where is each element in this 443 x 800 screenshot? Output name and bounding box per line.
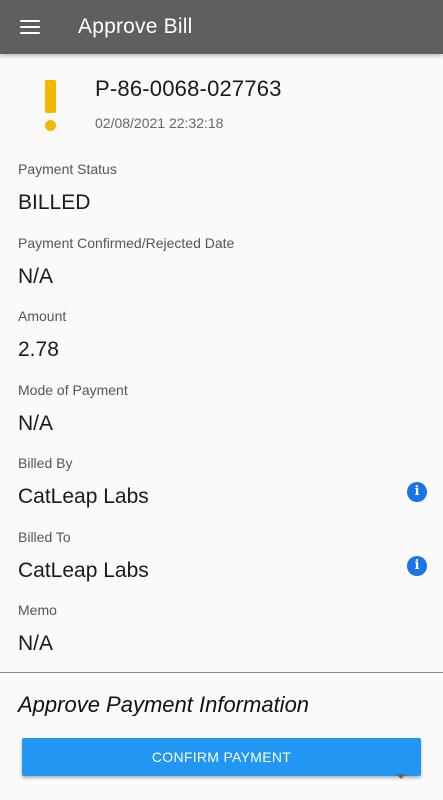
confirmed-date-field: Payment Confirmed/Rejected Date N/A bbox=[18, 234, 418, 290]
payment-mode-label: Mode of Payment bbox=[18, 382, 128, 398]
amount-value: 2.78 bbox=[18, 338, 59, 361]
billed-by-value: CatLeap Labs bbox=[18, 485, 149, 508]
confirm-payment-button[interactable]: CONFIRM PAYMENT bbox=[22, 738, 421, 776]
payment-mode-field: Mode of Payment N/A bbox=[18, 381, 418, 437]
menu-button[interactable] bbox=[0, 0, 60, 54]
info-icon[interactable]: i bbox=[407, 482, 427, 502]
bill-details[interactable]: P-86-0068-027763 02/08/2021 22:32:18 Pay… bbox=[0, 54, 443, 800]
payment-mode-value: N/A bbox=[18, 412, 54, 435]
billed-to-field: Billed To CatLeap Labs i bbox=[18, 528, 427, 584]
payment-status-field: Payment Status BILLED bbox=[18, 160, 418, 216]
app-bar: Approve Bill bbox=[0, 0, 443, 54]
payment-status-label: Payment Status bbox=[18, 161, 117, 177]
confirmed-date-value: N/A bbox=[18, 265, 54, 288]
billed-by-label: Billed By bbox=[18, 455, 73, 471]
bill-header: P-86-0068-027763 02/08/2021 22:32:18 bbox=[0, 54, 443, 154]
bill-date: 02/08/2021 22:32:18 bbox=[95, 115, 224, 131]
billed-to-value: CatLeap Labs bbox=[18, 559, 149, 582]
menu-icon bbox=[20, 20, 40, 34]
bill-id: P-86-0068-027763 bbox=[95, 76, 282, 101]
payment-status-value: BILLED bbox=[18, 191, 91, 214]
confirmed-date-label: Payment Confirmed/Rejected Date bbox=[18, 235, 235, 251]
page-title: Approve Bill bbox=[78, 15, 193, 38]
billed-by-field: Billed By CatLeap Labs i bbox=[18, 454, 427, 510]
approve-section-title: Approve Payment Information bbox=[18, 692, 310, 717]
amount-field: Amount 2.78 bbox=[18, 307, 418, 363]
billed-to-label: Billed To bbox=[18, 529, 71, 545]
info-icon[interactable]: i bbox=[407, 556, 427, 576]
memo-label: Memo bbox=[18, 602, 57, 618]
memo-field: Memo N/A bbox=[18, 601, 418, 657]
amount-label: Amount bbox=[18, 308, 67, 324]
memo-value: N/A bbox=[18, 632, 54, 655]
section-divider bbox=[0, 672, 443, 673]
chevron-down-icon[interactable] bbox=[396, 774, 406, 779]
warning-icon bbox=[44, 80, 58, 132]
